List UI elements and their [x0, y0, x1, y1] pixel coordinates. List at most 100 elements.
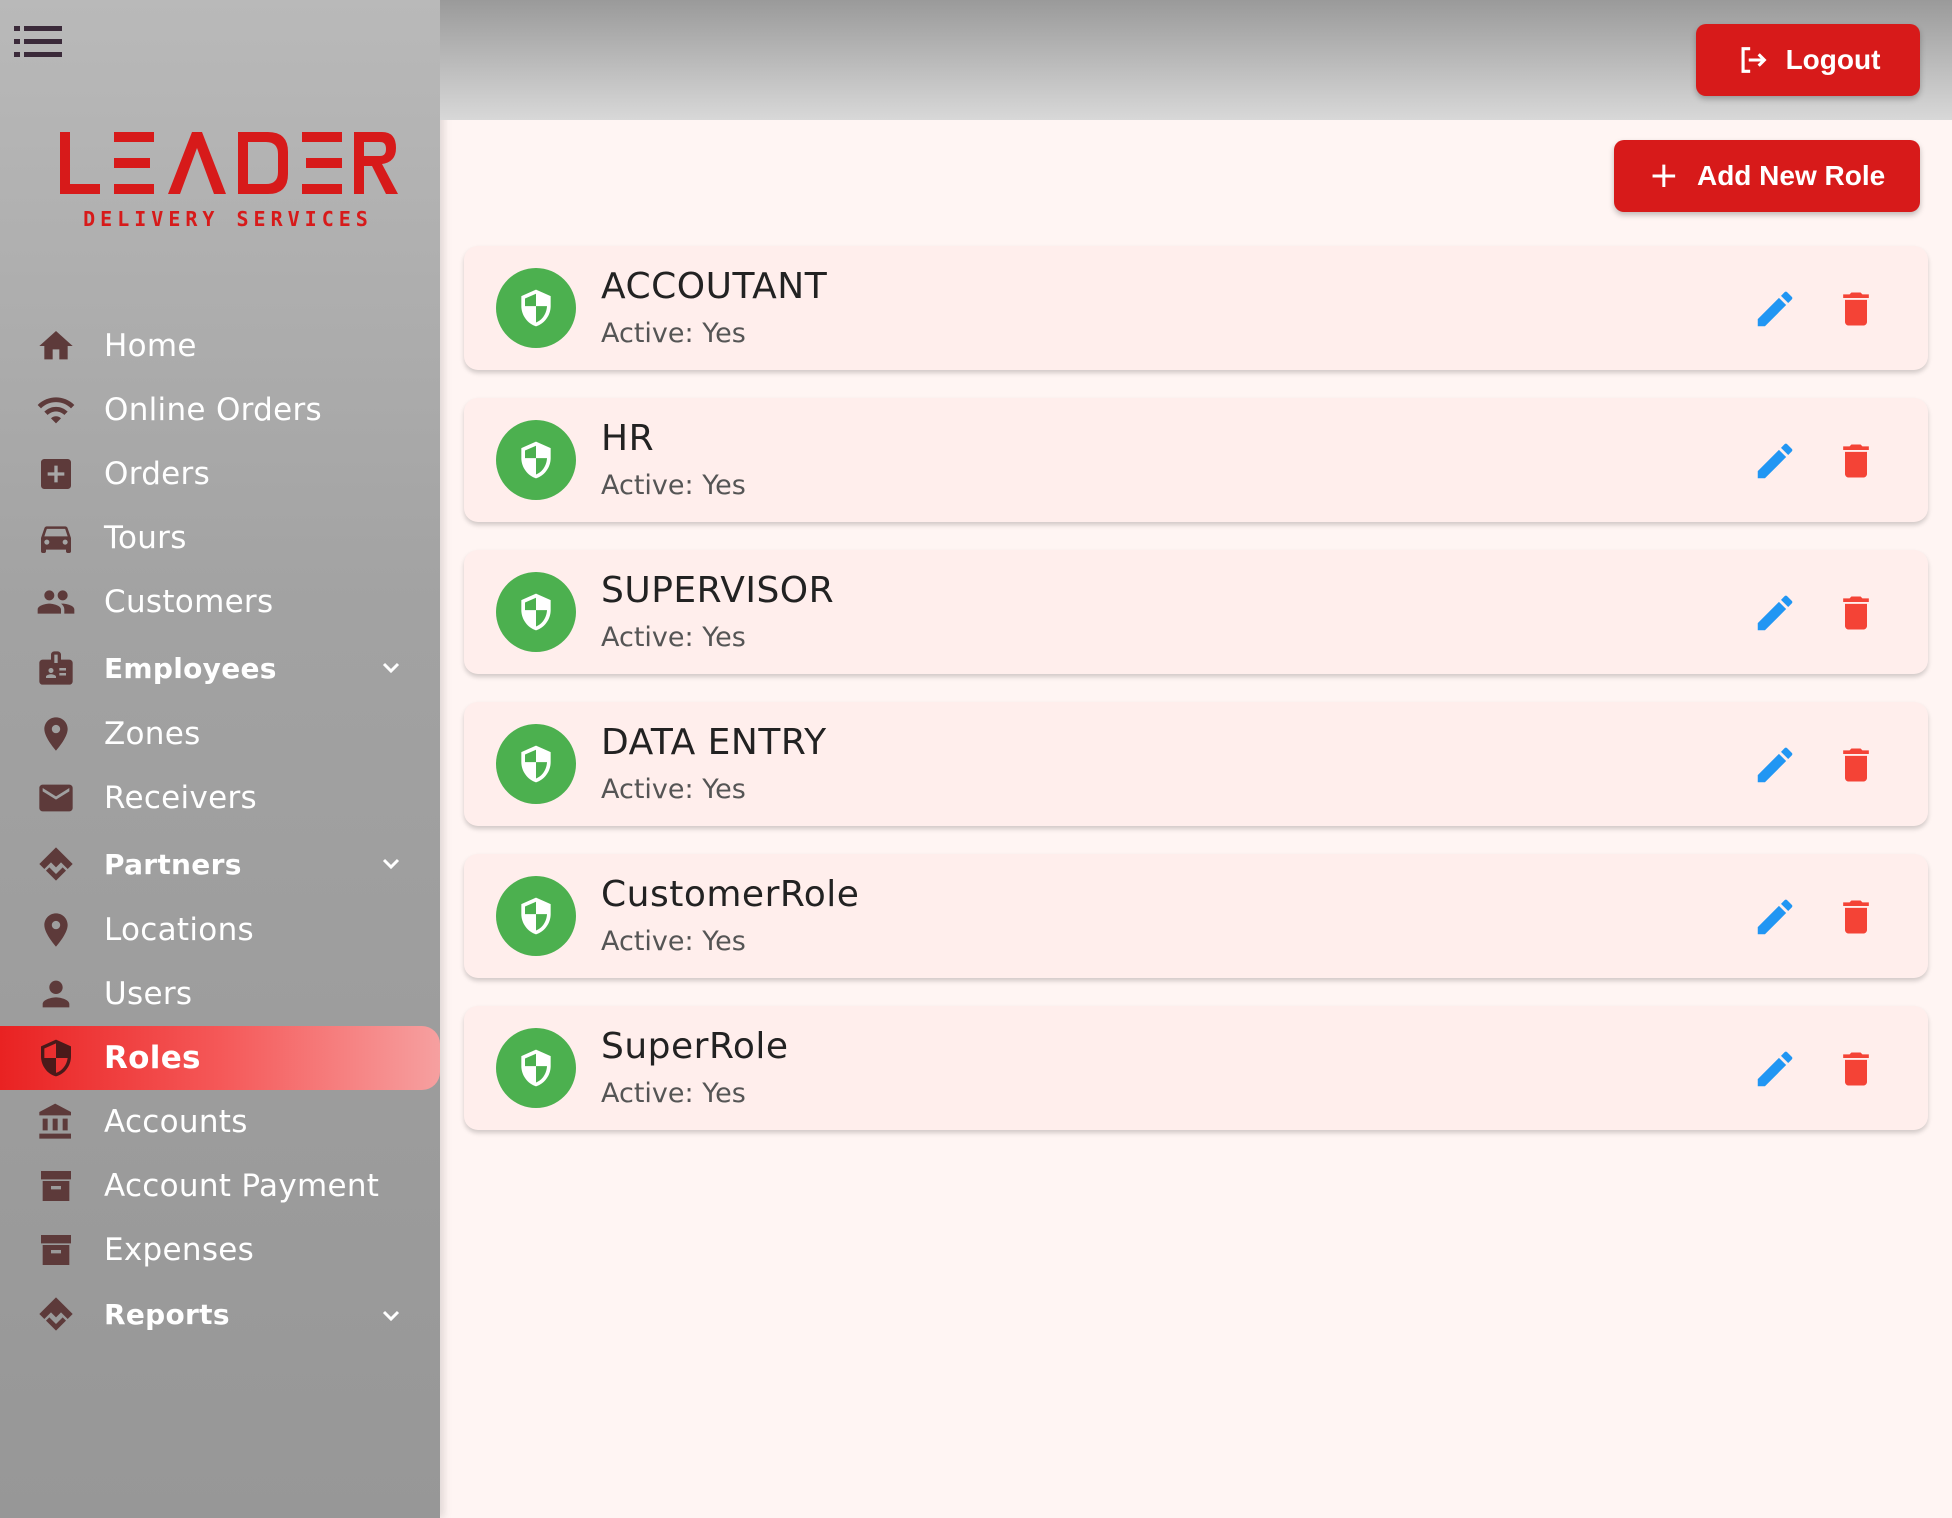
- role-status: Active: Yes: [601, 1078, 746, 1109]
- chevron-down-icon: [378, 1302, 404, 1328]
- role-status: Active: Yes: [601, 622, 746, 653]
- badge-icon: [34, 646, 78, 690]
- edit-icon[interactable]: [1752, 742, 1798, 788]
- add-new-role-label: Add New Role: [1696, 160, 1886, 191]
- trash-icon[interactable]: [1834, 590, 1878, 636]
- sidebar-item-online-orders[interactable]: Online Orders: [0, 378, 440, 442]
- edit-icon[interactable]: [1752, 286, 1798, 332]
- shield-icon: [496, 1028, 576, 1108]
- sidebar-nav: Home Online Orders Orders Tours Customer…: [0, 314, 440, 1346]
- role-card[interactable]: CustomerRole Active: Yes: [464, 854, 1928, 978]
- logout-icon: [1741, 47, 1767, 73]
- sidebar-item-locations[interactable]: Locations: [0, 898, 440, 962]
- sidebar-item-orders[interactable]: Orders: [0, 442, 440, 506]
- sidebar-item-label: Partners: [104, 847, 242, 881]
- sidebar-item-label: Home: [104, 328, 197, 364]
- role-card[interactable]: SUPERVISOR Active: Yes: [464, 550, 1928, 674]
- role-name: HR: [601, 418, 655, 459]
- mail-icon: [34, 776, 78, 820]
- role-card[interactable]: HR Active: Yes: [464, 398, 1928, 522]
- role-name: CustomerRole: [601, 874, 860, 915]
- sidebar-item-receivers[interactable]: Receivers: [0, 766, 440, 830]
- trash-icon[interactable]: [1834, 438, 1878, 484]
- main-content: + Add New Role ACCOUTANT Active: Yes HR …: [440, 120, 1952, 1518]
- sidebar-item-home[interactable]: Home: [0, 314, 440, 378]
- sidebar-item-label: Tours: [104, 520, 187, 556]
- shield-icon: [496, 268, 576, 348]
- role-name: DATA ENTRY: [601, 722, 827, 763]
- handshake-icon: [34, 842, 78, 886]
- sidebar-item-label: Zones: [104, 716, 201, 752]
- shield-icon: [496, 876, 576, 956]
- role-status: Active: Yes: [601, 470, 746, 501]
- chevron-down-icon: [378, 850, 404, 876]
- shield-icon: [496, 572, 576, 652]
- role-card[interactable]: SuperRole Active: Yes: [464, 1006, 1928, 1130]
- sidebar-item-users[interactable]: Users: [0, 962, 440, 1026]
- edit-icon[interactable]: [1752, 438, 1798, 484]
- roles-list: ACCOUTANT Active: Yes HR Active: Yes SUP…: [464, 246, 1928, 1158]
- sidebar-item-label: Accounts: [104, 1104, 248, 1140]
- sidebar-item-tours[interactable]: Tours: [0, 506, 440, 570]
- people-icon: [34, 580, 78, 624]
- sidebar: DELIVERY SERVICES Home Online Orders Ord…: [0, 0, 440, 1518]
- chevron-down-icon: [378, 654, 404, 680]
- top-bar: Logout: [440, 0, 1952, 120]
- sidebar-item-label: Online Orders: [104, 392, 322, 428]
- sidebar-item-label: Orders: [104, 456, 211, 492]
- role-name: SuperRole: [601, 1026, 789, 1067]
- person-icon: [34, 972, 78, 1016]
- trash-icon[interactable]: [1834, 742, 1878, 788]
- location-pin-icon: [34, 908, 78, 952]
- sidebar-item-reports[interactable]: Reports: [0, 1282, 440, 1346]
- location-pin-icon: [34, 712, 78, 756]
- sidebar-item-zones[interactable]: Zones: [0, 702, 440, 766]
- trash-icon[interactable]: [1834, 286, 1878, 332]
- bank-icon: [34, 1100, 78, 1144]
- home-icon: [34, 324, 78, 368]
- sidebar-item-label: Expenses: [104, 1232, 255, 1268]
- sidebar-item-employees[interactable]: Employees: [0, 634, 440, 702]
- logo-subtitle: DELIVERY SERVICES: [83, 207, 373, 231]
- wifi-icon: [34, 388, 78, 432]
- role-status: Active: Yes: [601, 774, 746, 805]
- sidebar-item-partners[interactable]: Partners: [0, 830, 440, 898]
- sidebar-item-expenses[interactable]: Expenses: [0, 1218, 440, 1282]
- archive-icon: [34, 1164, 78, 1208]
- plus-icon: +: [1648, 155, 1679, 196]
- sidebar-item-label: Reports: [104, 1297, 230, 1331]
- logout-label: Logout: [1785, 44, 1881, 75]
- archive-icon: [34, 1228, 78, 1272]
- shield-icon: [496, 724, 576, 804]
- edit-icon[interactable]: [1752, 590, 1798, 636]
- car-icon: [34, 516, 78, 560]
- role-name: SUPERVISOR: [601, 570, 835, 611]
- role-status: Active: Yes: [601, 926, 746, 957]
- sidebar-item-label: Locations: [104, 912, 254, 948]
- sidebar-item-label: Customers: [104, 584, 274, 620]
- sidebar-item-label: Receivers: [104, 780, 257, 816]
- shield-icon: [34, 1036, 78, 1080]
- role-name: ACCOUTANT: [601, 266, 828, 307]
- trash-icon[interactable]: [1834, 894, 1878, 940]
- sidebar-item-label: Roles: [104, 1040, 201, 1076]
- sidebar-item-roles[interactable]: Roles: [0, 1026, 440, 1090]
- role-status: Active: Yes: [601, 318, 746, 349]
- handshake-icon: [34, 1292, 78, 1336]
- add-new-role-button[interactable]: + Add New Role: [1614, 140, 1920, 212]
- sidebar-item-customers[interactable]: Customers: [0, 570, 440, 634]
- role-card[interactable]: ACCOUTANT Active: Yes: [464, 246, 1928, 370]
- shield-icon: [496, 420, 576, 500]
- edit-icon[interactable]: [1752, 1046, 1798, 1092]
- sidebar-item-accounts[interactable]: Accounts: [0, 1090, 440, 1154]
- sidebar-item-account-payment[interactable]: Account Payment: [0, 1154, 440, 1218]
- edit-icon[interactable]: [1752, 894, 1798, 940]
- sidebar-item-label: Employees: [104, 651, 277, 685]
- trash-icon[interactable]: [1834, 1046, 1878, 1092]
- role-card[interactable]: DATA ENTRY Active: Yes: [464, 702, 1928, 826]
- sidebar-item-label: Users: [104, 976, 193, 1012]
- company-logo: DELIVERY SERVICES: [56, 128, 400, 232]
- menu-toggle-icon[interactable]: [14, 24, 66, 60]
- plus-box-icon: [34, 452, 78, 496]
- logout-button[interactable]: Logout: [1696, 24, 1920, 96]
